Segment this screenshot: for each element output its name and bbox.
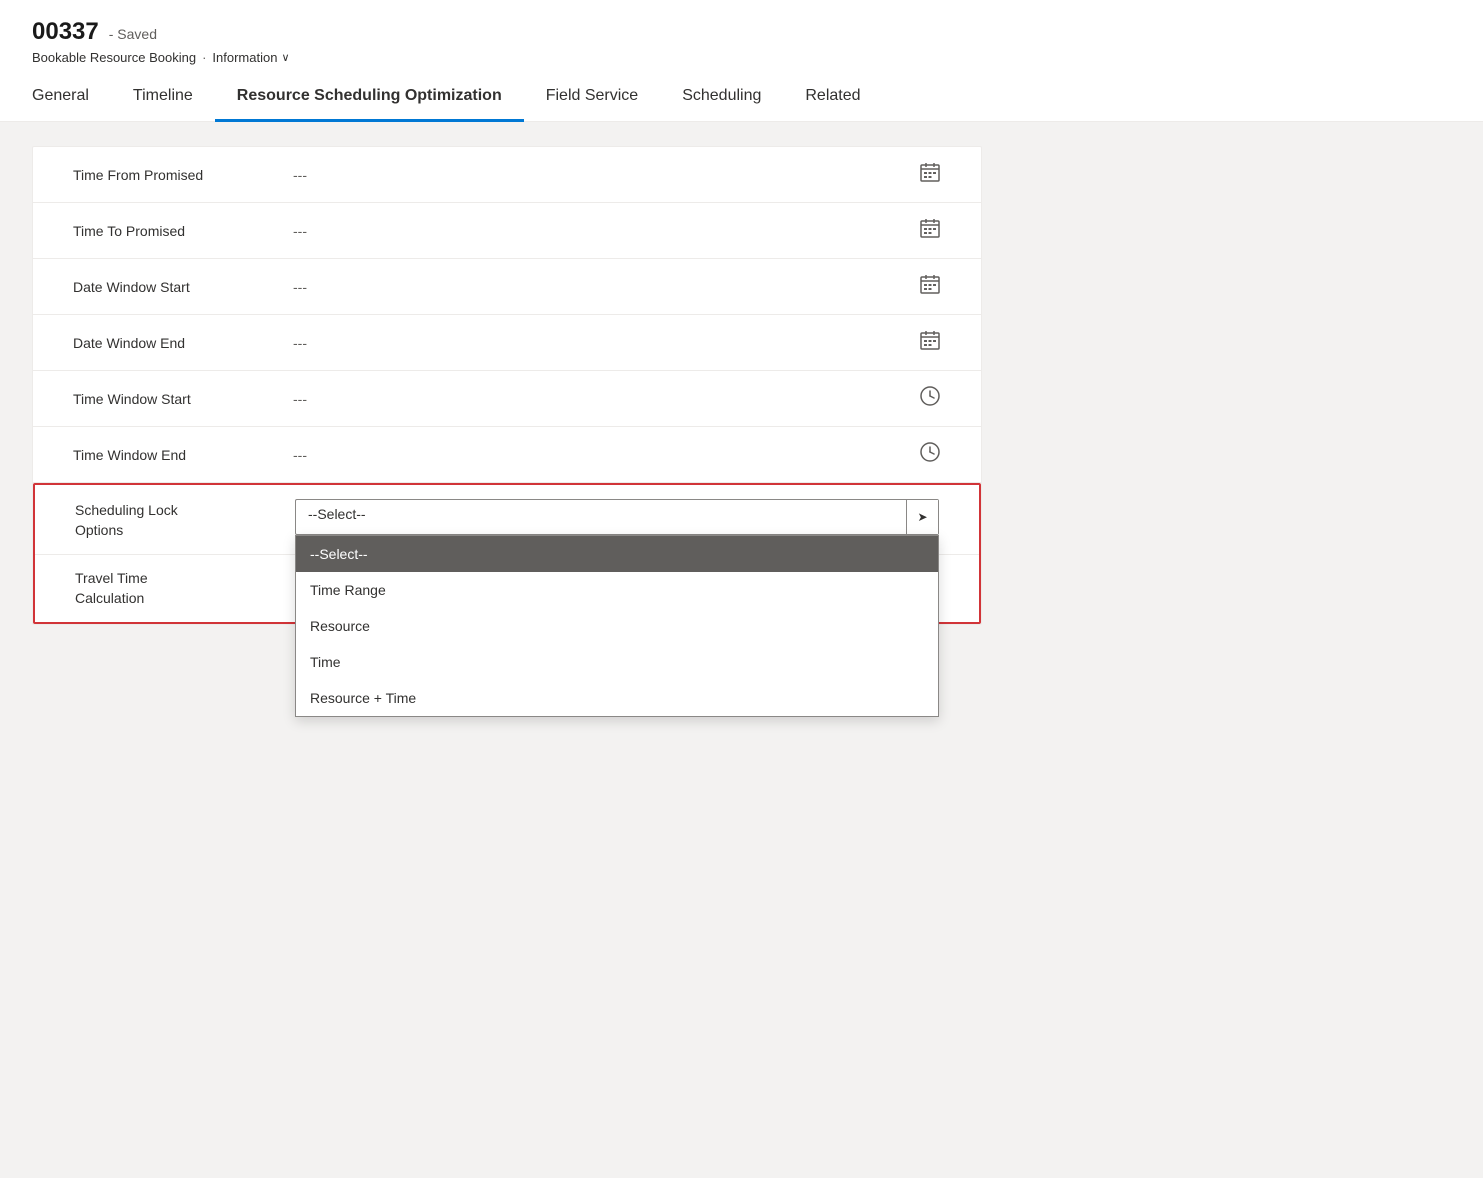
date-window-start-value: --- (293, 279, 919, 295)
scheduling-lock-select-value[interactable]: --Select-- (296, 500, 906, 534)
scheduling-lock-label: Scheduling Lock Options (75, 499, 295, 540)
date-window-start-row: Date Window Start --- (33, 259, 981, 315)
breadcrumb-separator: · (202, 50, 206, 65)
current-view-label: Information (212, 50, 277, 65)
time-window-start-clock-icon[interactable] (919, 385, 941, 412)
record-id: 00337 (32, 18, 99, 46)
time-window-start-label: Time Window Start (73, 391, 293, 407)
date-window-end-calendar-icon[interactable] (919, 329, 941, 356)
time-to-promised-value: --- (293, 223, 919, 239)
dropdown-item-time-range[interactable]: Time Range (296, 572, 938, 608)
tab-related[interactable]: Related (783, 75, 882, 122)
time-window-end-row: Time Window End --- (33, 427, 981, 483)
tab-field-service[interactable]: Field Service (524, 75, 660, 122)
time-to-promised-label: Time To Promised (73, 223, 293, 239)
time-to-promised-calendar-icon[interactable] (919, 217, 941, 244)
chevron-down-icon: ∨ (281, 51, 289, 64)
nav-tabs: General Timeline Resource Scheduling Opt… (0, 75, 1483, 122)
time-from-promised-label: Time From Promised (73, 167, 293, 183)
entity-name[interactable]: Bookable Resource Booking (32, 50, 196, 65)
time-window-start-value: --- (293, 391, 919, 407)
dropdown-item-resource-time[interactable]: Resource + Time (296, 680, 938, 716)
time-to-promised-row: Time To Promised --- (33, 203, 981, 259)
time-from-promised-value: --- (293, 167, 919, 183)
breadcrumb: Bookable Resource Booking · Information … (32, 50, 1451, 65)
date-window-end-value: --- (293, 335, 919, 351)
time-window-start-row: Time Window Start --- (33, 371, 981, 427)
time-window-end-value: --- (293, 447, 919, 463)
tab-timeline[interactable]: Timeline (111, 75, 215, 122)
date-window-start-calendar-icon[interactable] (919, 273, 941, 300)
date-window-end-row: Date Window End --- (33, 315, 981, 371)
time-window-end-label: Time Window End (73, 447, 293, 463)
dropdown-item-select[interactable]: --Select-- (296, 536, 938, 572)
time-window-end-clock-icon[interactable] (919, 441, 941, 468)
time-from-promised-calendar-icon[interactable] (919, 161, 941, 188)
main-content: Time From Promised --- (0, 122, 1483, 1178)
tab-rso[interactable]: Resource Scheduling Optimization (215, 75, 524, 122)
date-window-end-label: Date Window End (73, 335, 293, 351)
scheduling-lock-row: Scheduling Lock Options --Select-- ➤ --S… (35, 485, 979, 555)
form-card: Time From Promised --- (32, 146, 982, 625)
current-view-selector[interactable]: Information ∨ (212, 50, 289, 65)
scheduling-lock-dropdown: --Select-- Time Range Resource Time Reso… (295, 535, 939, 717)
scheduling-lock-dropdown-button[interactable]: ➤ (906, 500, 938, 534)
saved-status: - Saved (109, 26, 157, 42)
dropdown-item-resource[interactable]: Resource (296, 608, 938, 644)
date-window-start-label: Date Window Start (73, 279, 293, 295)
highlighted-section: Scheduling Lock Options --Select-- ➤ --S… (33, 483, 981, 624)
tab-scheduling[interactable]: Scheduling (660, 75, 783, 122)
time-from-promised-row: Time From Promised --- (33, 147, 981, 203)
tab-general[interactable]: General (10, 75, 111, 122)
travel-time-label: Travel Time Calculation (75, 569, 295, 608)
dropdown-item-time[interactable]: Time (296, 644, 938, 680)
scheduling-lock-select-wrapper: --Select-- ➤ --Select-- Time Range Resou… (295, 499, 939, 535)
